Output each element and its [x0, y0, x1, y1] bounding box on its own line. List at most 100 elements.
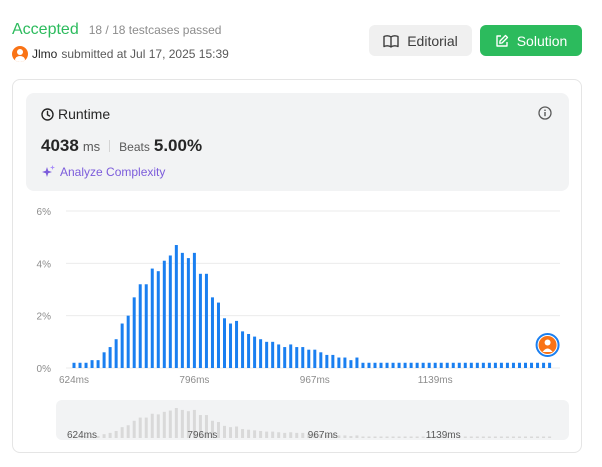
overview-bar: [548, 436, 552, 438]
bar: [259, 339, 263, 368]
overview-bar: [102, 434, 106, 438]
overview-bar: [355, 435, 359, 438]
bar: [108, 347, 112, 368]
overview-bar: [174, 408, 178, 438]
overview-bar: [223, 425, 226, 438]
bar: [72, 362, 76, 368]
bar: [204, 273, 208, 368]
bar: [96, 360, 100, 368]
bar: [481, 362, 485, 368]
overview-bar: [524, 436, 527, 438]
bar: [433, 362, 437, 368]
bar: [517, 362, 521, 368]
overview-bar: [349, 436, 353, 438]
bar: [247, 333, 251, 368]
bar: [216, 302, 220, 368]
overview-bar: [144, 417, 148, 438]
bar: [162, 260, 166, 368]
bar: [126, 315, 130, 368]
overview-bar: [385, 436, 389, 438]
overview-bar: [542, 436, 546, 438]
overview-x-tick-label: 624ms: [67, 430, 97, 441]
overview-bar: [367, 436, 371, 438]
overview-bar: [156, 414, 160, 438]
overview-bar: [126, 425, 130, 438]
overview-bar: [361, 436, 365, 438]
bar: [343, 357, 347, 368]
overview-bar: [391, 436, 395, 438]
bar: [349, 360, 353, 368]
bar: [463, 362, 467, 368]
overview-bar: [475, 436, 479, 438]
overview-bar: [229, 427, 233, 438]
overview-bar: [373, 436, 377, 438]
bar: [235, 320, 239, 368]
overview-x-tick-label: 967ms: [308, 430, 338, 441]
overview-bar: [216, 422, 220, 438]
overview-bar: [259, 430, 263, 438]
overview-bar: [517, 436, 521, 438]
overview-bar: [463, 436, 467, 438]
bar: [192, 252, 196, 368]
bar: [536, 362, 540, 368]
bar: [457, 362, 461, 368]
bar: [355, 357, 359, 368]
bar: [120, 323, 124, 368]
y-tick-label: 4%: [37, 259, 52, 270]
overview-bar: [138, 417, 142, 438]
y-tick-label: 0%: [37, 364, 52, 375]
bar: [289, 344, 293, 368]
bar: [253, 336, 257, 368]
overview-bar: [499, 436, 503, 438]
bar: [283, 347, 287, 368]
overview-bar: [247, 429, 251, 438]
bar: [397, 362, 401, 368]
bar: [138, 284, 142, 368]
bar: [439, 362, 443, 368]
overview-bar: [162, 411, 166, 438]
bar: [319, 352, 323, 368]
overview-bar: [481, 436, 485, 438]
overview-bar: [403, 436, 407, 438]
overview-bar: [301, 432, 305, 438]
x-tick-label: 624ms: [59, 375, 89, 386]
overview-bar: [277, 432, 281, 438]
overview-bar: [241, 429, 245, 438]
bar: [84, 362, 88, 368]
bar: [313, 349, 317, 368]
runtime-distribution-chart: 0% 2% 4% 6% 624ms 796ms 967ms 1139ms 624ms 796m…: [37, 207, 560, 441]
bar: [144, 284, 148, 368]
bar: [186, 258, 190, 368]
overview-bar: [295, 432, 299, 438]
overview-bar: [265, 431, 269, 438]
overview-x-tick-label: 1139ms: [426, 430, 461, 441]
bar: [325, 354, 329, 368]
overview-bar: [505, 436, 509, 438]
bar: [210, 297, 214, 368]
overview-bar: [289, 432, 293, 438]
bar: [271, 341, 275, 368]
bar: [174, 245, 178, 368]
bar: [90, 360, 94, 368]
bar: [180, 252, 184, 368]
bar: [132, 297, 136, 368]
overview-bar: [253, 430, 257, 438]
bar: [415, 362, 419, 368]
bar: [367, 362, 371, 368]
bar: [524, 362, 527, 368]
bar: [265, 341, 269, 368]
bar: [511, 362, 515, 368]
overview-bar: [511, 436, 515, 438]
avatar-head: [544, 339, 551, 346]
bar: [487, 362, 491, 368]
overview-bar: [114, 430, 118, 438]
overview-bar: [96, 436, 100, 438]
overview-bar: [271, 431, 275, 438]
bar: [421, 362, 425, 368]
y-tick-label: 6%: [37, 207, 52, 218]
bar: [168, 255, 172, 368]
overview-bar: [469, 436, 473, 438]
overview-bar: [409, 436, 413, 438]
overview-bar: [415, 436, 419, 438]
overview-bar: [337, 435, 341, 438]
